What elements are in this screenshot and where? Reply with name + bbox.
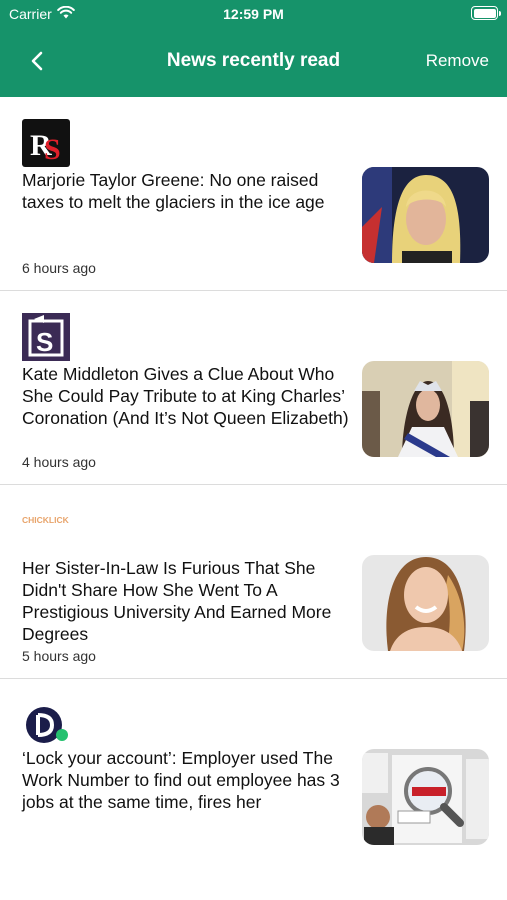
article-time: 6 hours ago — [22, 260, 96, 276]
battery-icon — [471, 6, 501, 20]
article-thumbnail — [362, 749, 489, 845]
news-list: R S Marjorie Taylor Greene: No one raise… — [0, 97, 507, 873]
s-logo-icon: S — [22, 313, 70, 361]
list-item[interactable]: ‘Lock your account’: Employer used The W… — [0, 679, 507, 873]
article-thumbnail — [362, 555, 489, 651]
article-time: 4 hours ago — [22, 454, 96, 470]
app-header: Carrier 12:59 PM News recently read Remo… — [0, 0, 507, 97]
chicklick-logo-text: CHICKLICK — [22, 515, 70, 525]
rs-logo-icon: R S — [22, 119, 70, 167]
list-item[interactable]: S Kate Middleton Gives a Clue About Who … — [0, 291, 507, 485]
remove-button[interactable]: Remove — [426, 51, 489, 71]
article-time: 5 hours ago — [22, 648, 96, 664]
chicklick-logo-icon: CHICKLICK — [22, 513, 72, 527]
article-thumbnail — [362, 361, 489, 457]
status-bar: Carrier 12:59 PM — [0, 0, 507, 28]
navigation-bar: News recently read Remove — [0, 40, 507, 82]
list-item[interactable]: R S Marjorie Taylor Greene: No one raise… — [0, 97, 507, 291]
article-headline: Marjorie Taylor Greene: No one raised ta… — [22, 170, 325, 212]
svg-text:S: S — [36, 327, 53, 357]
article-headline: ‘Lock your account’: Employer used The W… — [22, 748, 340, 812]
list-item[interactable]: CHICKLICK Her Sister-In-Law Is Furious T… — [0, 485, 507, 679]
article-headline: Her Sister-In-Law Is Furious That She Di… — [22, 558, 332, 644]
status-time: 12:59 PM — [223, 6, 284, 22]
d-logo-icon — [22, 701, 70, 749]
svg-text:S: S — [44, 133, 61, 166]
article-thumbnail — [362, 167, 489, 263]
article-headline: Kate Middleton Gives a Clue About Who Sh… — [22, 364, 349, 428]
